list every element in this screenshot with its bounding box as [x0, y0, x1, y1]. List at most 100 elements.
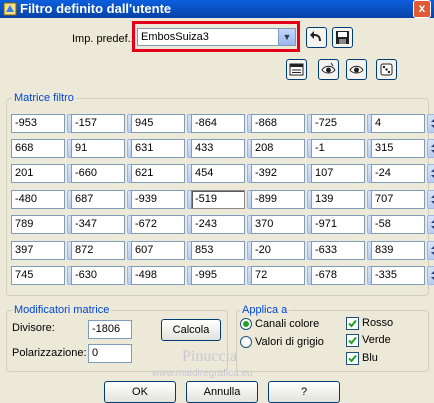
spinner-arrows-icon[interactable]	[427, 190, 434, 209]
matrix-cell-r4c5[interactable]: -899	[251, 190, 305, 209]
matrix-cell-r6c5[interactable]: -20	[251, 241, 305, 260]
checkbox-blue[interactable]	[346, 352, 359, 365]
proof-button[interactable]	[346, 59, 367, 80]
compute-button[interactable]: Calcola	[161, 319, 221, 341]
spinner-arrows-icon[interactable]	[427, 215, 434, 234]
spinner-arrows-icon[interactable]	[427, 266, 434, 285]
matrix-cell-r4c1[interactable]: -480	[11, 190, 65, 209]
matrix-cell-r5c2[interactable]: -347	[71, 215, 125, 234]
checkbox-red[interactable]	[346, 317, 359, 330]
matrix-cell-value: 945	[135, 117, 154, 129]
matrix-cell-r3c5[interactable]: -392	[251, 164, 305, 183]
matrix-cell-r2c3[interactable]: 631	[131, 139, 185, 158]
matrix-cell-r2c5[interactable]: 208	[251, 139, 305, 158]
matrix-cell-r7c4[interactable]: -995	[191, 266, 245, 285]
matrix-cell-r1c5[interactable]: -868	[251, 114, 305, 133]
matrix-cell-r6c7[interactable]: 839	[371, 241, 425, 260]
matrix-cell-value: 201	[15, 167, 34, 179]
matrix-cell-r6c4[interactable]: 853	[191, 241, 245, 260]
close-button[interactable]: x	[413, 0, 431, 18]
matrix-cell-value: 107	[315, 167, 334, 179]
matrix-cell-r3c1[interactable]: 201	[11, 164, 65, 183]
matrix-cell-value: -678	[315, 269, 338, 281]
matrix-cell-r2c7[interactable]: 315	[371, 139, 425, 158]
matrix-cell-r3c2[interactable]: -660	[71, 164, 125, 183]
matrix-cell-r1c3[interactable]: 945	[131, 114, 185, 133]
checkmark-icon	[348, 354, 357, 363]
matrix-cell-r6c2[interactable]: 872	[71, 241, 125, 260]
chevron-down-icon[interactable]: ▼	[278, 29, 295, 45]
matrix-cell-value: 397	[15, 244, 34, 256]
matrix-cell-value: -995	[195, 269, 218, 281]
matrix-cell-r3c3[interactable]: 621	[131, 164, 185, 183]
checkbox-green[interactable]	[346, 334, 359, 347]
matrix-cell-value: 454	[195, 167, 214, 179]
reset-button[interactable]	[306, 27, 327, 48]
matrix-cell-r1c4[interactable]: -864	[191, 114, 245, 133]
matrix-cell-r6c1[interactable]: 397	[11, 241, 65, 260]
matrix-cell-r5c7[interactable]: -58	[371, 215, 425, 234]
matrix-cell-r1c1[interactable]: -953	[11, 114, 65, 133]
eye-icon	[321, 62, 336, 74]
save-icon	[336, 31, 349, 44]
matrix-cell-r1c6[interactable]: -725	[311, 114, 365, 133]
matrix-cell-r3c4[interactable]: 454	[191, 164, 245, 183]
matrix-cell-r4c7[interactable]: 707	[371, 190, 425, 209]
spinner-arrows-icon[interactable]	[427, 114, 434, 133]
matrix-cell-r3c7[interactable]: -24	[371, 164, 425, 183]
matrix-cell-value: 853	[195, 244, 214, 256]
radio-color-label: Canali colore	[255, 318, 320, 330]
matrix-cell-r2c4[interactable]: 433	[191, 139, 245, 158]
spinner-arrows-icon[interactable]	[427, 164, 434, 183]
matrix-cell-r7c6[interactable]: -678	[311, 266, 365, 285]
matrix-cell-r2c2[interactable]: 91	[71, 139, 125, 158]
matrix-cell-r4c2[interactable]: 687	[71, 190, 125, 209]
matrix-cell-r7c7[interactable]: -335	[371, 266, 425, 285]
randomize-button[interactable]	[376, 59, 397, 80]
bias-input[interactable]: 0	[88, 344, 132, 363]
matrix-cell-r6c6[interactable]: -633	[311, 241, 365, 260]
matrix-cell-r2c1[interactable]: 668	[11, 139, 65, 158]
preset-dropdown[interactable]: EmbosSuiza3 ▼	[137, 28, 296, 46]
radio-grayscale[interactable]	[240, 336, 252, 348]
matrix-cell-value: 4	[375, 117, 382, 129]
checkmark-icon	[348, 336, 357, 345]
matrix-cell-r3c6[interactable]: 107	[311, 164, 365, 183]
matrix-cell-r5c3[interactable]: -672	[131, 215, 185, 234]
matrix-cell-r1c2[interactable]: -157	[71, 114, 125, 133]
matrix-cell-r6c3[interactable]: 607	[131, 241, 185, 260]
matrix-cell-r7c2[interactable]: -630	[71, 266, 125, 285]
matrix-cell-r4c6[interactable]: 139	[311, 190, 365, 209]
divisor-input[interactable]: -1806	[88, 320, 132, 339]
matrix-cell-r5c4[interactable]: -243	[191, 215, 245, 234]
matrix-cell-value: -939	[135, 193, 158, 205]
matrix-cell-r7c1[interactable]: 745	[11, 266, 65, 285]
save-preset-button[interactable]	[332, 27, 353, 48]
matrix-cell-value: -953	[15, 117, 38, 129]
preview-toggle-button[interactable]	[318, 59, 339, 80]
matrix-cell-r2c6[interactable]: -1	[311, 139, 365, 158]
matrix-cell-value: -971	[315, 218, 338, 230]
spinner-arrows-icon[interactable]	[427, 241, 434, 260]
dialog-icon	[289, 63, 304, 76]
matrix-cell-r5c1[interactable]: 789	[11, 215, 65, 234]
matrix-cell-value: 621	[135, 167, 154, 179]
matrix-cell-r5c5[interactable]: 370	[251, 215, 305, 234]
matrix-cell-value: -347	[75, 218, 98, 230]
options-button[interactable]	[286, 59, 307, 80]
matrix-cell-r7c5[interactable]: 72	[251, 266, 305, 285]
matrix-cell-r5c6[interactable]: -971	[311, 215, 365, 234]
matrix-cell-value: -519	[195, 193, 218, 205]
spinner-arrows-icon[interactable]	[427, 139, 434, 158]
matrix-cell-r4c4[interactable]: -519	[191, 190, 245, 209]
matrix-cell-r7c3[interactable]: -498	[131, 266, 185, 285]
preset-value: EmbosSuiza3	[141, 31, 209, 43]
watermark-url: www.maidiregrafica.eu	[152, 368, 253, 379]
matrix-cell-r4c3[interactable]: -939	[131, 190, 185, 209]
matrix-cell-value: 607	[135, 244, 154, 256]
radio-color-channels[interactable]	[240, 318, 252, 330]
matrix-cell-r1c7[interactable]: 4	[371, 114, 425, 133]
matrix-cell-value: 315	[375, 142, 394, 154]
matrix-cell-value: 839	[375, 244, 394, 256]
matrix-cell-value: 687	[75, 193, 94, 205]
